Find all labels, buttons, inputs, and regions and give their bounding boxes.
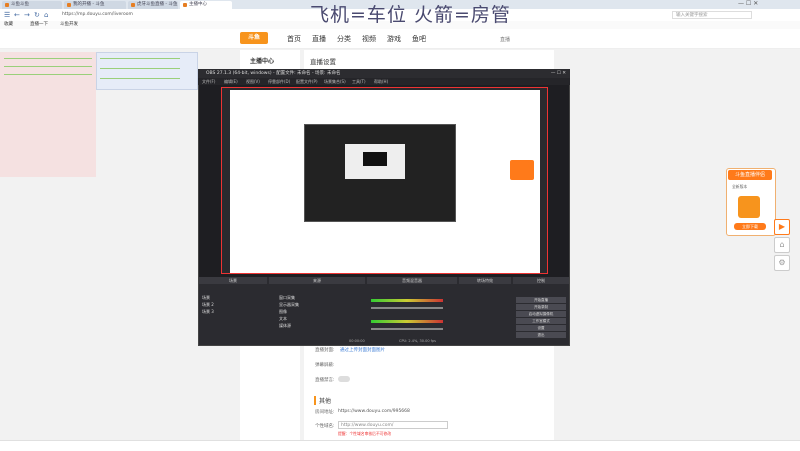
nav-item-home[interactable]: 首页 (287, 34, 301, 44)
obs-menu-item[interactable]: 视图(V) (246, 78, 260, 85)
exit-button[interactable]: 退出 (516, 332, 566, 338)
link-label: 个性域名: (315, 424, 335, 429)
scene-item[interactable]: 场景 3 (202, 309, 214, 315)
dock-header-scenes: 场景 (199, 277, 267, 284)
user-menu[interactable]: 直播 (500, 36, 510, 43)
site-favicon-icon (183, 3, 187, 7)
bookmark-item[interactable]: 收藏 (4, 21, 13, 29)
audio-meter (371, 299, 443, 302)
settings-button[interactable]: 设置 (516, 325, 566, 331)
overlay-panel (0, 52, 198, 177)
promo-image (738, 196, 760, 218)
volume-slider[interactable] (371, 307, 443, 309)
tab-4[interactable]: 主播中心 (180, 1, 232, 9)
start-streaming-button[interactable]: 开始直播 (516, 297, 566, 303)
obs-status: CPU: 2.4%, 30.00 fps (399, 339, 436, 343)
tab-3[interactable]: 虎牙斗鱼直播 - 斗鱼 (128, 1, 178, 9)
reload-icon[interactable]: ↻ (34, 10, 40, 20)
toggle-switch[interactable] (338, 376, 350, 382)
nav-item-category[interactable]: 分类 (337, 34, 351, 44)
obs-preview-capture (230, 90, 540, 273)
obs-menu-item[interactable]: 文件(F) (202, 78, 215, 85)
studio-mode-button[interactable]: 工作室模式 (516, 318, 566, 324)
obs-menu-bar: 文件(F) 编辑(E) 视图(V) 停靠部件(D) 配置文件(P) 场景集合(S… (198, 78, 570, 85)
room-address: https://www.douyu.com/995668 (338, 409, 410, 414)
scene-item[interactable]: 场景 2 (202, 302, 214, 308)
headline-overlay: 飞机=车位 火箭=房管 (310, 4, 511, 26)
audio-meter (371, 320, 443, 323)
obs-menu-item[interactable]: 编辑(E) (224, 78, 238, 85)
obs-menu-item[interactable]: 帮助(H) (374, 78, 388, 85)
dock-header-transitions: 转场特效 (459, 277, 511, 284)
settings-icon[interactable]: ⚙ (774, 255, 790, 271)
room-label: 房间地址: (315, 410, 335, 415)
site-logo[interactable]: 斗鱼 (240, 32, 268, 44)
source-item[interactable]: 媒体源 (279, 323, 291, 329)
obs-menu-item[interactable]: 场景集合(S) (324, 78, 346, 85)
obs-time: 00:00:00 (349, 339, 365, 343)
site-favicon-icon (5, 3, 9, 7)
bookmark-item[interactable]: 直播一下 (30, 21, 48, 29)
window-controls[interactable]: — ☐ ✕ (738, 0, 758, 7)
dock-header-sources: 来源 (269, 277, 365, 284)
site-favicon-icon (67, 3, 71, 7)
dock-header-controls: 控制 (513, 277, 569, 284)
download-button[interactable]: 立即下载 (734, 223, 766, 230)
obs-window-controls[interactable]: — ☐ ✕ (551, 69, 566, 78)
virtual-camera-button[interactable]: 启动虚拟摄像机 (516, 311, 566, 317)
scene-item[interactable]: 场景 (202, 295, 210, 301)
nav-item-live[interactable]: 直播 (312, 34, 326, 44)
play-icon[interactable]: ▶ (774, 219, 790, 235)
source-item[interactable]: 文本 (279, 316, 287, 322)
bookmark-item[interactable]: 斗鱼开发 (60, 21, 78, 29)
obs-menu-item[interactable]: 配置文件(P) (296, 78, 318, 85)
obs-menu-item[interactable]: 停靠部件(D) (268, 78, 290, 85)
row-label: 直播封面: (315, 348, 335, 353)
tab-2[interactable]: 我的开播 - 斗鱼 (64, 1, 126, 9)
page-title: 直播设置 (310, 58, 336, 66)
status-bar (0, 440, 800, 451)
upload-cover-link[interactable]: 通过上传封面封面图片 (340, 347, 385, 353)
dock-header-mixer: 音频混音器 (367, 277, 457, 284)
home-icon[interactable]: ⌂ (44, 10, 48, 20)
obs-menu-item[interactable]: 工具(T) (352, 78, 366, 85)
obs-dock-area: 场景 来源 音频混音器 转场特效 控制 场景 场景 2 场景 3 窗口采集 显示… (199, 277, 569, 345)
row-label: 直播禁言: (315, 378, 335, 383)
promo-title: 斗鱼直播伴侣 (728, 170, 772, 180)
forward-icon[interactable]: → (24, 10, 30, 20)
section-title: 其他 (314, 396, 331, 405)
home-icon[interactable]: ⌂ (774, 237, 790, 253)
tab-1[interactable]: 斗鱼斗鱼 (2, 1, 62, 9)
source-item[interactable]: 窗口采集 (279, 295, 295, 301)
obs-title-bar: OBS 27.1.3 (64-bit, windows) - 配置文件: 未命名… (198, 69, 570, 78)
nav-item-video[interactable]: 视频 (362, 34, 376, 44)
source-item[interactable]: 显示器采集 (279, 302, 299, 308)
site-favicon-icon (131, 3, 135, 7)
back-icon[interactable]: ← (14, 10, 20, 20)
nav-item-game[interactable]: 游戏 (387, 34, 401, 44)
source-item[interactable]: 图像 (279, 309, 287, 315)
domain-note: 提醒：个性域名审核后不可修改 (338, 431, 392, 436)
promo-text: 全新版本 (732, 184, 748, 189)
volume-slider[interactable] (371, 328, 443, 330)
nav-item-yuba[interactable]: 鱼吧 (412, 34, 426, 44)
domain-input[interactable]: http://www.douyu.com/ (338, 421, 448, 429)
row-label: 弹幕屏蔽: (315, 363, 335, 368)
left-nav-title: 主播中心 (250, 58, 275, 65)
search-input[interactable]: 输入关键字搜索 (672, 11, 752, 19)
menu-icon[interactable]: ☰ (4, 10, 10, 20)
start-recording-button[interactable]: 开始录制 (516, 304, 566, 310)
